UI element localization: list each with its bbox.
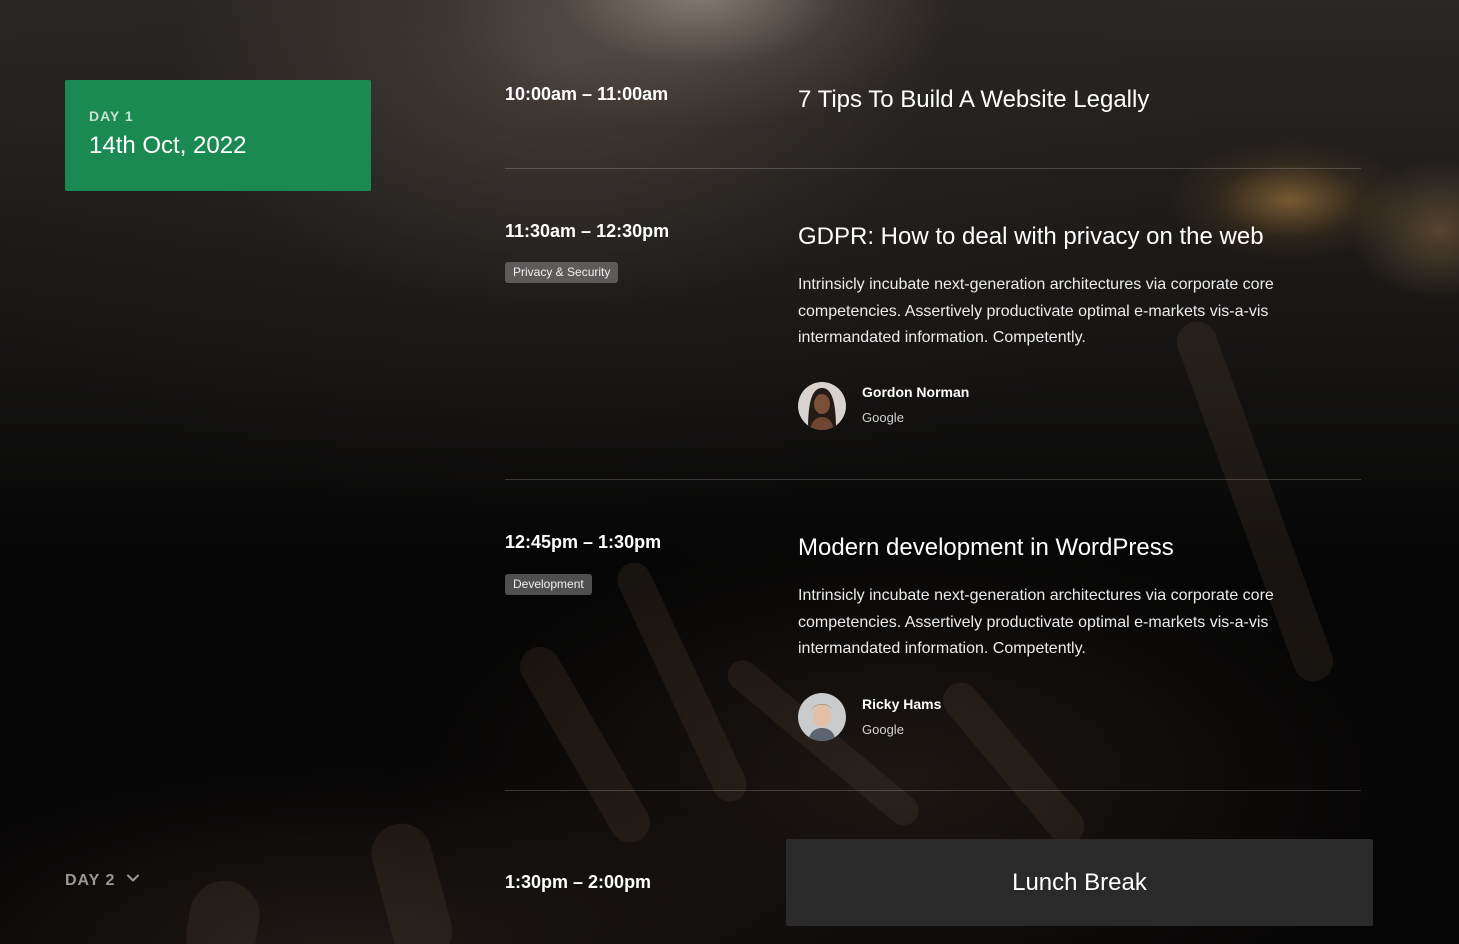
day-2-label: DAY 2 xyxy=(65,871,116,889)
speaker-avatar[interactable] xyxy=(798,382,846,430)
lunch-break-label: Lunch Break xyxy=(1012,868,1147,896)
session-description: Intrinsicly incubate next-generation arc… xyxy=(798,587,1274,657)
background-crowd-shape xyxy=(935,675,1092,852)
session-title[interactable]: Modern development in WordPress xyxy=(798,534,1174,562)
session-description: Intrinsicly incubate next-generation arc… xyxy=(798,276,1274,346)
speaker-name: Gordon Norman xyxy=(862,384,970,400)
session-tag[interactable]: Privacy & Security xyxy=(505,262,619,283)
session-time: 1:30pm – 2:00pm xyxy=(505,872,652,892)
day-label: DAY 1 xyxy=(89,108,134,124)
speaker-company: Google xyxy=(862,410,904,425)
session-divider xyxy=(505,168,1361,169)
session-time: 11:30am – 12:30pm xyxy=(505,221,670,241)
session-tag[interactable]: Development xyxy=(505,574,592,595)
day-1-card[interactable]: DAY 1 14th Oct, 2022 xyxy=(65,80,371,191)
background-crowd-shape xyxy=(721,654,925,832)
session-divider xyxy=(505,479,1361,480)
speaker-name: Ricky Hams xyxy=(862,696,942,712)
session-divider xyxy=(505,790,1361,791)
day-2-toggle[interactable]: DAY 2 xyxy=(65,870,141,891)
background-crowd-shape xyxy=(180,875,266,944)
background-crowd-shape xyxy=(364,817,459,944)
session-time: 10:00am – 11:00am xyxy=(505,84,669,104)
lunch-break-box: Lunch Break xyxy=(786,839,1373,926)
session-title[interactable]: 7 Tips To Build A Website Legally xyxy=(798,86,1149,114)
chevron-down-icon xyxy=(125,870,141,891)
day-date: 14th Oct, 2022 xyxy=(89,132,247,159)
background-crowd-shape xyxy=(512,639,658,850)
speaker-company: Google xyxy=(862,722,904,737)
session-time: 12:45pm – 1:30pm xyxy=(505,532,662,552)
schedule-section: DAY 1 14th Oct, 2022 DAY 2 10:00am – 11:… xyxy=(0,0,1459,944)
speaker-avatar[interactable] xyxy=(798,693,846,741)
session-title[interactable]: GDPR: How to deal with privacy on the we… xyxy=(798,223,1264,251)
